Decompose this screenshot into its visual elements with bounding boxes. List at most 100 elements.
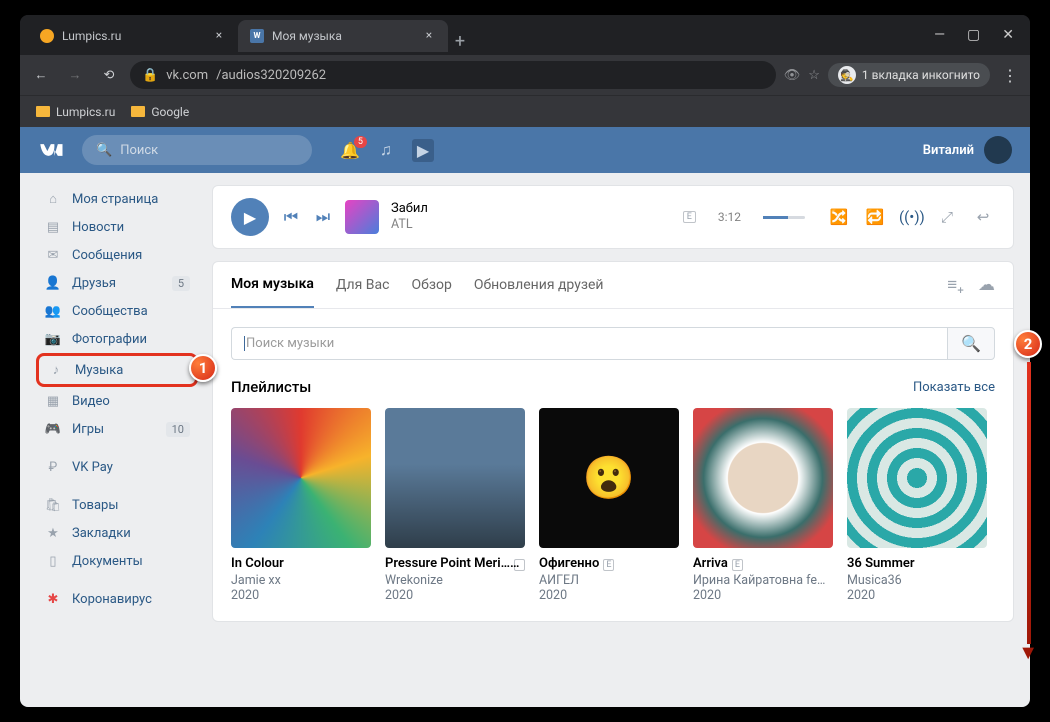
- games-icon: 🎮: [44, 420, 62, 438]
- repeat-icon[interactable]: 🔁: [863, 208, 887, 226]
- add-playlist-icon[interactable]: ≡₊: [947, 275, 964, 295]
- bookmark-google[interactable]: Google: [131, 105, 189, 119]
- user-menu[interactable]: Виталий: [923, 136, 1012, 164]
- main-content: ▶ ⏮ ⏭ Забил ATL E 3:12 🔀 🔁 ((•)) ⤢: [212, 185, 1014, 622]
- music-icon[interactable]: ♫: [380, 140, 392, 160]
- track-title: Забил: [391, 201, 428, 217]
- maximize-icon[interactable]: ▢: [967, 27, 980, 43]
- track-info: Забил ATL: [391, 201, 428, 233]
- tab-friend-updates[interactable]: Обновления друзей: [474, 263, 604, 307]
- tab-title: Моя музыка: [272, 29, 342, 43]
- sidebar-item-games[interactable]: 🎮Игры10: [36, 415, 198, 443]
- star-icon[interactable]: ☆: [808, 68, 820, 83]
- upload-icon[interactable]: ☁: [978, 275, 995, 295]
- sidebar-item-news[interactable]: ▤Новости: [36, 213, 198, 241]
- music-search-button[interactable]: 🔍: [947, 327, 995, 360]
- tab-lumpics[interactable]: Lumpics.ru ×: [28, 20, 238, 52]
- incognito-text: 1 вкладка инкогнито: [862, 68, 980, 82]
- music-search-row: Поиск музыки 🔍: [213, 309, 1013, 378]
- vk-logo-icon[interactable]: [38, 141, 66, 159]
- url-host: vk.com: [166, 68, 208, 83]
- sidebar-item-bookmarks[interactable]: ★Закладки: [36, 519, 198, 547]
- sidebar-item-video[interactable]: ▦Видео: [36, 387, 198, 415]
- playlists-row: In ColourJamie xx2020 Pressure Point Mer…: [213, 408, 1013, 621]
- sidebar-item-friends[interactable]: 👤Друзья5: [36, 269, 198, 297]
- new-tab-button[interactable]: +: [448, 31, 472, 52]
- expand-icon[interactable]: ⤢: [935, 208, 959, 226]
- reload-button[interactable]: ⟲: [96, 62, 122, 88]
- playlist-art: [693, 408, 833, 548]
- search-icon: 🔍: [96, 143, 112, 158]
- folder-icon: [131, 106, 145, 117]
- prev-button[interactable]: ⏮: [281, 207, 301, 227]
- playlist-art: 😮: [539, 408, 679, 548]
- shuffle-icon[interactable]: 🔀: [827, 208, 851, 226]
- forward-button[interactable]: →: [62, 62, 88, 88]
- browser-menu[interactable]: ⋮: [998, 66, 1022, 85]
- explicit-icon: E: [683, 211, 696, 223]
- track-time: 3:12: [718, 210, 741, 224]
- share-icon[interactable]: ↩: [971, 208, 995, 226]
- arrow-down-icon: ▼: [1018, 640, 1038, 665]
- sidebar-item-messages[interactable]: ✉Сообщения: [36, 241, 198, 269]
- music-section: Моя музыка Для Вас Обзор Обновления друз…: [212, 261, 1014, 622]
- minimize-icon[interactable]: —: [934, 27, 945, 43]
- playlist-card[interactable]: Pressure Point Meri…EWrekonize2020: [385, 408, 525, 603]
- next-button[interactable]: ⏭: [313, 207, 333, 227]
- close-window-icon[interactable]: ✕: [1002, 27, 1014, 43]
- username: Виталий: [923, 143, 974, 158]
- playlist-card[interactable]: 36 SummerMusica362020: [847, 408, 987, 603]
- tab-vk-music[interactable]: W Моя музыка ×: [238, 20, 448, 52]
- sidebar-item-home[interactable]: ⌂Моя страница: [36, 185, 198, 213]
- sidebar-item-market[interactable]: 🛍Товары: [36, 491, 198, 519]
- playlists-title: Плейлисты: [231, 378, 311, 396]
- messages-icon: ✉: [44, 246, 62, 264]
- show-all-link[interactable]: Показать все: [913, 380, 995, 395]
- bookmark-lumpics[interactable]: Lumpics.ru: [36, 105, 115, 119]
- friends-icon: 👤: [44, 274, 62, 292]
- music-icon: ♪: [47, 361, 65, 379]
- playlist-art: [231, 408, 371, 548]
- address-bar: ← → ⟲ 🔒 vk.com/audios320209262 👁 ☆ 🕵 1 в…: [20, 55, 1030, 95]
- home-icon: ⌂: [44, 190, 62, 208]
- notifications-icon[interactable]: 🔔5: [340, 141, 360, 160]
- incognito-icon: 🕵: [838, 66, 856, 84]
- docs-icon: ▯: [44, 552, 62, 570]
- url-field[interactable]: 🔒 vk.com/audios320209262: [130, 61, 776, 89]
- shop-icon: 🛍: [44, 496, 62, 514]
- incognito-badge[interactable]: 🕵 1 вкладка инкогнито: [828, 63, 990, 87]
- tab-browse[interactable]: Обзор: [411, 263, 451, 307]
- tracking-icon[interactable]: 👁: [784, 68, 801, 83]
- sidebar-item-groups[interactable]: 👥Сообщества: [36, 297, 198, 325]
- sidebar-item-photos[interactable]: 📷Фотографии: [36, 325, 198, 353]
- folder-icon: [36, 106, 50, 117]
- broadcast-icon[interactable]: ((•)): [899, 208, 923, 226]
- music-search-input[interactable]: Поиск музыки: [231, 327, 947, 360]
- pay-icon: ₽: [44, 458, 62, 476]
- sidebar-item-covid[interactable]: ✱Коронавирус: [36, 585, 198, 613]
- volume-slider[interactable]: [763, 216, 805, 219]
- sidebar-item-docs[interactable]: ▯Документы: [36, 547, 198, 575]
- play-button[interactable]: ▶: [231, 198, 269, 236]
- playlist-art: [385, 408, 525, 548]
- vk-search[interactable]: 🔍 Поиск: [82, 135, 312, 165]
- tab-strip: Lumpics.ru × W Моя музыка × +: [28, 18, 472, 52]
- explicit-icon: E: [603, 559, 614, 571]
- tab-for-you[interactable]: Для Вас: [336, 263, 390, 307]
- close-icon[interactable]: ×: [422, 29, 436, 43]
- virus-icon: ✱: [44, 590, 62, 608]
- bookmarks-bar: Lumpics.ru Google: [20, 95, 1030, 127]
- sidebar-item-vkpay[interactable]: ₽VK Pay: [36, 453, 198, 481]
- news-icon: ▤: [44, 218, 62, 236]
- playlist-card[interactable]: ArrivaEИрина Кайратовна fe…2020: [693, 408, 833, 603]
- url-path: /audios320209262: [216, 68, 326, 83]
- photos-icon: 📷: [44, 330, 62, 348]
- tab-my-music[interactable]: Моя музыка: [231, 262, 314, 308]
- header-icons: 🔔5 ♫ ▶: [340, 139, 434, 162]
- sidebar-item-music[interactable]: ♪Музыка 1: [36, 353, 198, 387]
- back-button[interactable]: ←: [28, 62, 54, 88]
- playlist-card[interactable]: In ColourJamie xx2020: [231, 408, 371, 603]
- close-icon[interactable]: ×: [212, 29, 226, 43]
- playlist-card[interactable]: 😮ОфигенноEАИГЕЛ2020: [539, 408, 679, 603]
- video-play-icon[interactable]: ▶: [412, 139, 434, 162]
